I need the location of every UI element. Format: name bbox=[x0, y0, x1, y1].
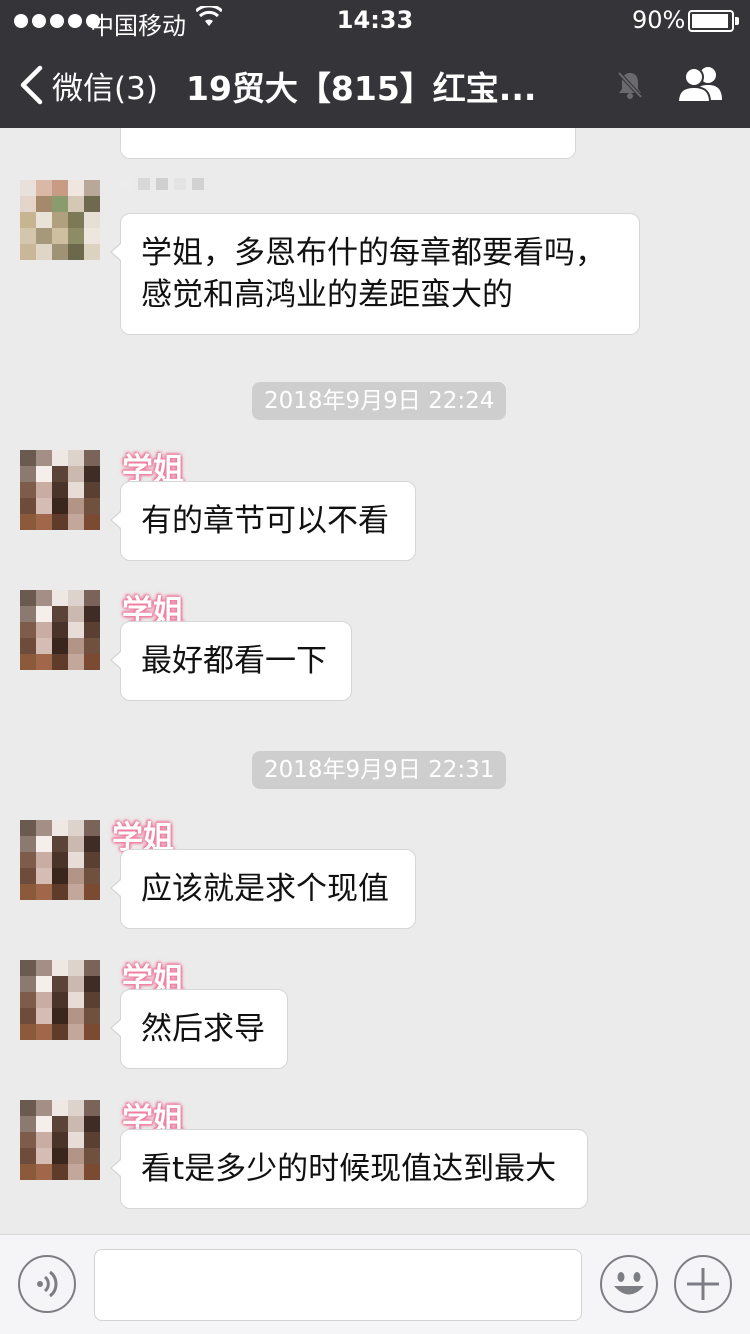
top-bar: 中国移动 14:33 90% 微信(3) 19贸大【815】红宝... bbox=[0, 0, 750, 128]
avatar[interactable] bbox=[20, 450, 100, 530]
sender-name-blurred bbox=[120, 178, 204, 190]
message-input[interactable] bbox=[94, 1249, 582, 1321]
voice-button[interactable] bbox=[18, 1255, 76, 1313]
message-bubble: 学姐，多恩布什的每章都要看吗，感觉和高鸿业的差距蛮大的 bbox=[110, 213, 640, 335]
battery-icon bbox=[688, 10, 739, 32]
message-bubble: 应该就是求个现值 bbox=[110, 849, 416, 929]
avatar[interactable] bbox=[20, 960, 100, 1040]
avatar[interactable] bbox=[20, 1100, 100, 1180]
status-bar: 中国移动 14:33 90% bbox=[0, 0, 750, 40]
avatar[interactable] bbox=[20, 820, 100, 900]
back-button[interactable]: 微信(3) bbox=[18, 60, 158, 110]
battery-percent: 90% bbox=[632, 6, 686, 34]
emoji-icon bbox=[614, 1272, 644, 1295]
input-bar bbox=[0, 1234, 750, 1334]
group-info-icon[interactable] bbox=[676, 64, 726, 104]
message-bubble bbox=[120, 128, 576, 159]
chevron-left-icon bbox=[20, 65, 43, 105]
message-bubble: 然后求导 bbox=[110, 989, 288, 1069]
timestamp: 2018年9月9日 22:31 bbox=[252, 751, 507, 789]
avatar[interactable] bbox=[20, 590, 100, 670]
plus-icon bbox=[687, 1268, 719, 1300]
more-button[interactable] bbox=[674, 1255, 732, 1313]
back-label: 微信(3) bbox=[52, 70, 158, 107]
avatar[interactable] bbox=[20, 180, 100, 260]
timestamp: 2018年9月9日 22:24 bbox=[252, 382, 507, 420]
message-bubble: 有的章节可以不看 bbox=[110, 481, 416, 561]
message-bubble: 看t是多少的时候现值达到最大 bbox=[110, 1129, 588, 1209]
bell-muted-icon bbox=[617, 71, 643, 99]
emoji-button[interactable] bbox=[600, 1255, 658, 1313]
navigation-bar: 微信(3) 19贸大【815】红宝... bbox=[0, 40, 750, 128]
chat-title: 19贸大【815】红宝... bbox=[186, 69, 537, 108]
message-bubble: 最好都看一下 bbox=[110, 621, 352, 701]
chat-area[interactable]: 学姐，多恩布什的每章都要看吗，感觉和高鸿业的差距蛮大的 2018年9月9日 22… bbox=[0, 128, 750, 1234]
voice-icon bbox=[37, 1270, 58, 1298]
